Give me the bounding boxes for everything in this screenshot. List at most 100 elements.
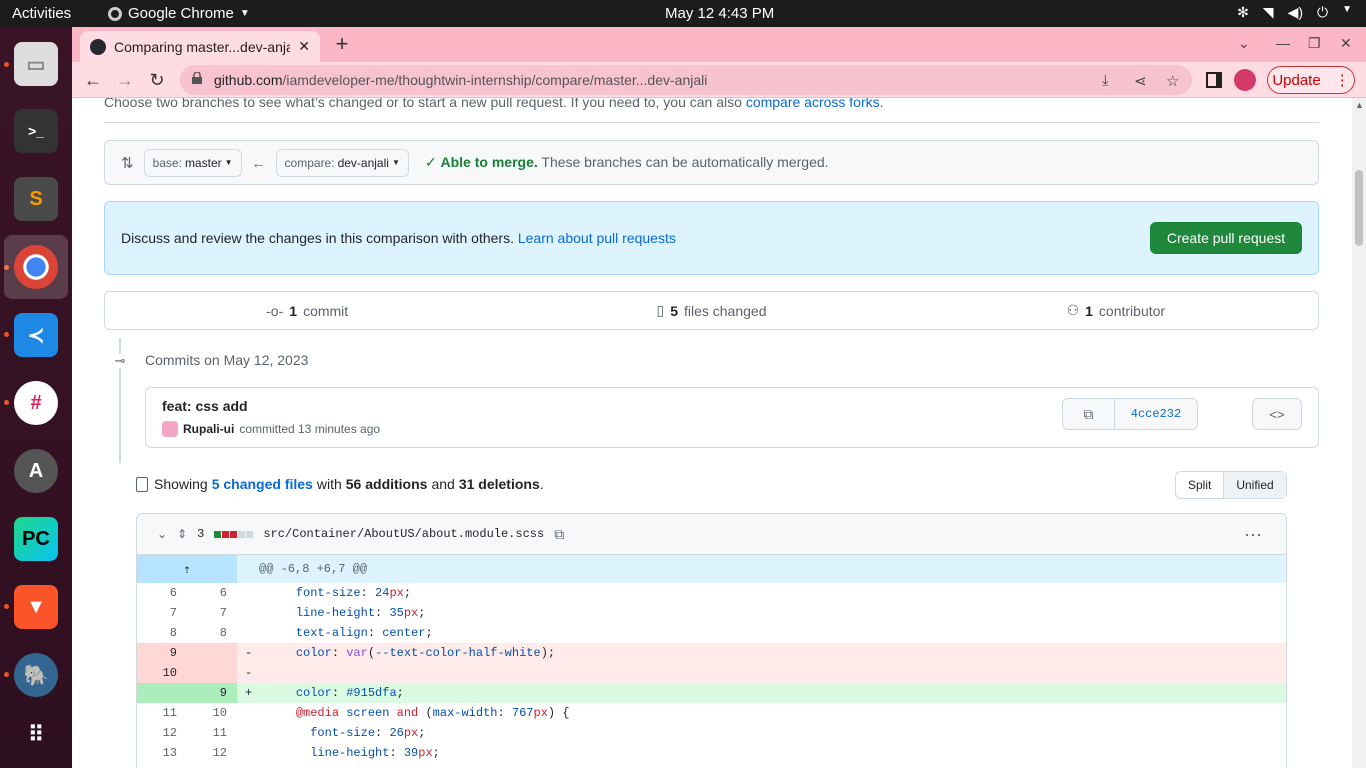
diff-line-deleted: 9- color: var(--text-color-half-white); <box>137 643 1286 663</box>
browser-window: Comparing master...dev-anjali ✕ + ⌄ — ❐ … <box>72 27 1366 768</box>
commit-message[interactable]: feat: css add <box>162 398 248 414</box>
merge-status-desc: These branches can be automatically merg… <box>537 154 829 170</box>
minimize-icon[interactable]: — <box>1276 35 1290 51</box>
page-content: Choose two branches to see what’s change… <box>72 98 1352 768</box>
learn-pr-link[interactable]: Learn about pull requests <box>518 230 676 246</box>
split-view-button[interactable]: Split <box>1176 472 1223 498</box>
chevron-down-icon[interactable]: ⌄ <box>157 527 167 541</box>
profile-avatar[interactable] <box>1234 69 1256 91</box>
more-options-icon[interactable]: ··· <box>1244 524 1262 545</box>
caret-down-icon: ▼ <box>391 158 400 167</box>
caret-down-icon: ▼ <box>239 8 250 19</box>
update-button[interactable]: Update ⋮ <box>1267 66 1355 94</box>
copy-sha-button[interactable]: ⧉ <box>1063 399 1115 429</box>
slack-tray-icon[interactable]: ✻ <box>1237 4 1249 21</box>
deletions-count: 31 deletions <box>458 476 540 492</box>
create-pull-request-button[interactable]: Create pull request <box>1150 222 1302 254</box>
author-avatar[interactable] <box>162 421 178 437</box>
close-tab-icon[interactable]: ✕ <box>298 38 310 55</box>
contributors-tab[interactable]: ⚇ 1 contributor <box>914 302 1318 319</box>
scrollbar-thumb[interactable] <box>1355 170 1363 246</box>
grid-icon: ⠿ <box>27 722 45 747</box>
dock-software[interactable]: A <box>4 439 68 503</box>
showing-with: with <box>316 476 342 492</box>
compare-intro: Choose two branches to see what’s change… <box>104 98 884 110</box>
kebab-menu-icon[interactable]: ⋮ <box>1335 71 1350 89</box>
software-center-icon: A <box>14 449 58 493</box>
side-panel-icon[interactable] <box>1206 72 1222 88</box>
dock-brave[interactable]: ▼ <box>4 575 68 639</box>
commit-sha-group: ⧉ 4cce232 <box>1062 398 1198 430</box>
terminal-icon: >_ <box>14 109 58 153</box>
forward-icon[interactable]: → <box>114 69 136 91</box>
new-tab-button[interactable]: + <box>330 33 354 57</box>
dock-pycharm[interactable]: PC <box>4 507 68 571</box>
contributors-label: contributor <box>1098 302 1166 319</box>
clock[interactable]: May 12 4:43 PM <box>665 5 774 22</box>
files-label: files changed <box>683 302 767 319</box>
bookmark-star-icon[interactable]: ☆ <box>1166 72 1179 90</box>
share-icon[interactable]: ⋖ <box>1134 72 1147 90</box>
tab-active[interactable]: Comparing master...dev-anjali ✕ <box>80 31 320 62</box>
dock-slack[interactable]: # <box>4 371 68 435</box>
chrome-icon <box>14 245 58 289</box>
compare-forks-link[interactable]: compare across forks <box>746 98 880 110</box>
base-value: master <box>184 155 222 170</box>
files-count: 5 <box>670 302 678 319</box>
page-scrollbar[interactable]: ▲ <box>1352 98 1366 768</box>
tab-strip: Comparing master...dev-anjali ✕ + ⌄ — ❐ … <box>72 27 1366 62</box>
file-name[interactable]: src/Container/AboutUS/about.module.scss <box>263 527 544 541</box>
contributors-count: 1 <box>1085 302 1093 319</box>
unified-view-button[interactable]: Unified <box>1223 472 1286 498</box>
vscode-icon: ≺ <box>14 313 58 357</box>
diff-line-deleted: 10- <box>137 663 1286 683</box>
changed-files-link[interactable]: 5 changed files <box>212 476 313 492</box>
dock-sublime[interactable]: S <box>4 167 68 231</box>
commit-sha-link[interactable]: 4cce232 <box>1115 399 1197 429</box>
activities-button[interactable]: Activities <box>12 5 71 22</box>
showing-end: . <box>539 476 544 492</box>
commits-tab[interactable]: -o- 1 commit <box>105 303 509 319</box>
commit-meta: Rupali-ui committed 13 minutes ago <box>162 421 380 437</box>
url-path: /iamdeveloper-me/thoughtwin-internship/c… <box>282 72 708 88</box>
diff-view-toggle: Split Unified <box>1175 471 1287 499</box>
dock-vscode[interactable]: ≺ <box>4 303 68 367</box>
tab-title: Comparing master...dev-anjali <box>114 38 291 55</box>
url-host: github.com <box>214 72 283 88</box>
close-window-icon[interactable]: ✕ <box>1340 35 1352 52</box>
tab-search-icon[interactable]: ⌄ <box>1238 35 1250 52</box>
diff-line: 12 11 font-size: 26px; <box>162 726 426 740</box>
scroll-up-icon[interactable]: ▲ <box>1355 100 1364 110</box>
github-icon <box>90 38 106 55</box>
app-menu[interactable]: Google Chrome ▼ <box>108 5 250 22</box>
maximize-icon[interactable]: ❐ <box>1308 35 1321 52</box>
commit-author[interactable]: Rupali-ui <box>183 422 234 436</box>
commit-timeline-icon: ⊸ <box>113 353 127 368</box>
dock-files[interactable]: ▭ <box>4 32 68 96</box>
caret-down-icon: ▼ <box>1342 4 1352 15</box>
expand-all-icon[interactable]: ⇕ <box>177 527 187 541</box>
compare-value: dev-anjali <box>337 155 389 170</box>
back-icon[interactable]: ← <box>82 69 104 91</box>
system-tray[interactable]: ✻ ◥ ◀) ⏻ ▼ <box>1237 4 1352 21</box>
expand-up-icon[interactable]: ⇡ <box>137 555 237 583</box>
reload-icon[interactable]: ↻ <box>146 69 168 91</box>
commits-date-heading: Commits on May 12, 2023 <box>145 352 309 368</box>
file-diff-icon: ▯ <box>656 302 665 318</box>
files-tab[interactable]: ▯ 5 files changed <box>509 302 913 319</box>
intro-end: . <box>879 98 884 110</box>
base-branch-select[interactable]: base: master ▼ <box>143 148 242 177</box>
dock-terminal[interactable]: >_ <box>4 99 68 163</box>
dock-chrome[interactable] <box>4 235 68 299</box>
merge-status-title: Able to merge. <box>440 154 538 170</box>
compare-branch-select[interactable]: compare: dev-anjali ▼ <box>275 148 409 177</box>
arrow-left-icon: ← <box>251 154 266 171</box>
show-apps-button[interactable]: ⠿ <box>4 703 68 767</box>
address-bar[interactable]: github.com/iamdeveloper-me/thoughtwin-in… <box>180 65 1192 95</box>
commits-label: commit <box>303 302 349 319</box>
install-icon[interactable]: ⤓ <box>1102 72 1109 89</box>
browse-repo-button[interactable]: <> <box>1252 398 1302 430</box>
compare-summary: -o- 1 commit ▯ 5 files changed ⚇ 1 contributor <box>104 291 1319 330</box>
dock-pgadmin[interactable]: 🐘 <box>4 643 68 707</box>
copy-path-icon[interactable]: ⧉ <box>554 526 564 543</box>
